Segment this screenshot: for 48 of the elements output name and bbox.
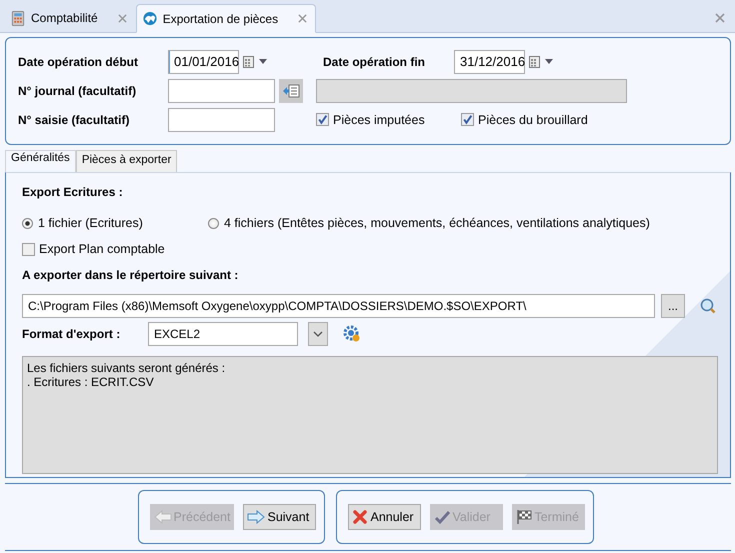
info-text: . Ecritures : ECRIT.CSV	[27, 375, 155, 389]
field-label: N° saisie (facultatif)	[18, 112, 130, 126]
nav-button[interactable]: Suivant	[243, 504, 316, 530]
left-arrow-icon	[154, 510, 172, 524]
document-tab[interactable]: Exportation de pièces	[136, 4, 316, 33]
magnifier-icon[interactable]	[700, 298, 716, 314]
checkmark-icon	[434, 509, 450, 525]
cross-icon	[352, 509, 368, 525]
caret-icon[interactable]	[259, 59, 267, 64]
calendar-icon[interactable]	[529, 56, 541, 68]
globe-icon	[142, 11, 157, 26]
dropdown-button[interactable]	[308, 322, 328, 346]
close-icon[interactable]	[118, 14, 127, 22]
field-label: N° journal (facultatif)	[18, 84, 138, 98]
close-icon[interactable]	[298, 14, 308, 23]
action-button[interactable]: Annuler	[348, 504, 422, 530]
checkbox[interactable]: Pièces du brouillard	[461, 112, 588, 126]
section-title: Export Ecritures :	[22, 185, 124, 199]
gear-icon[interactable]	[343, 325, 361, 343]
caret-icon[interactable]	[545, 59, 553, 64]
lookup-button[interactable]	[279, 78, 303, 102]
journal-field[interactable]	[168, 78, 275, 102]
entry-field[interactable]	[168, 108, 275, 132]
date-field[interactable]: 01/01/2016	[168, 50, 239, 74]
checkered-flag-icon	[516, 509, 532, 525]
format-dropdown[interactable]: EXCEL2	[148, 322, 298, 346]
radio-button[interactable]: 1 fichier (Ecritures)	[22, 216, 208, 230]
checkmark-icon	[462, 114, 473, 125]
directory-field[interactable]: C:\Program Files (x86)\Memsoft Oxygene\oxypp\COMPTA\DOSSIERS\DEMO.$SO\EXPORT\	[22, 294, 655, 318]
checkmark-icon	[317, 114, 328, 125]
checkbox[interactable]: Export Plan comptable	[22, 242, 730, 256]
tab[interactable]: Pièces à exporter	[76, 150, 178, 172]
chevron-icon	[313, 331, 323, 337]
checkbox[interactable]: Pièces imputées	[316, 112, 461, 126]
date-field[interactable]: 31/12/2016	[454, 50, 525, 74]
field-label: Format d'export :	[22, 327, 122, 341]
right-arrow-icon	[247, 510, 266, 524]
calculator-icon	[11, 10, 25, 26]
info-text: Les fichiers suivants seront générés :	[27, 361, 226, 375]
field-label: Date opération fin	[323, 54, 426, 68]
list-icon	[282, 84, 300, 98]
calendar-icon[interactable]	[243, 56, 255, 68]
field-label: Date opération début	[18, 54, 140, 68]
radio-button[interactable]: 4 fichiers (Entêtes pièces, mouvements, échéances, ventilations analytiques)	[208, 216, 650, 230]
section-title: A exporter dans le répertoire suivant :	[22, 268, 240, 282]
close-icon[interactable]	[715, 13, 725, 23]
browse-button[interactable]: ...	[661, 294, 686, 318]
tab[interactable]: Généralités	[5, 150, 76, 172]
